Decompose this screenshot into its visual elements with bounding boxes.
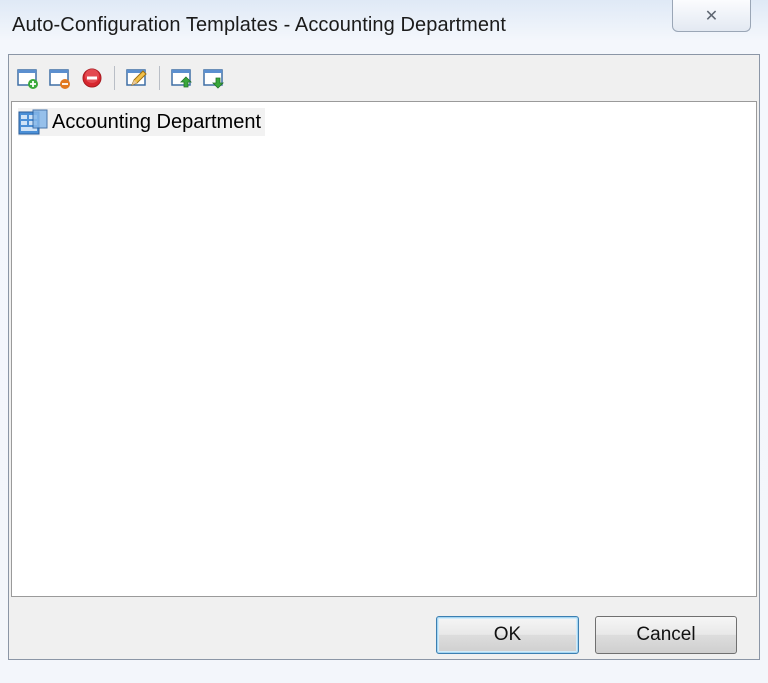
cancel-button[interactable]: Cancel (595, 616, 737, 654)
window-add-icon (17, 69, 38, 89)
close-button[interactable]: ✕ (672, 0, 751, 32)
template-tree[interactable]: Accounting Department (11, 101, 757, 597)
dialog-body: Accounting Department OK Cancel (8, 54, 760, 660)
dialog-footer: OK Cancel (9, 598, 759, 659)
ok-button[interactable]: OK (436, 616, 579, 654)
edit-button[interactable] (124, 65, 150, 91)
remove-template-button[interactable] (47, 65, 73, 91)
window-remove-icon (49, 69, 70, 89)
toolbar-separator (159, 66, 160, 90)
delete-button[interactable] (79, 65, 105, 91)
close-icon: ✕ (704, 7, 719, 25)
title-bar: Auto-Configuration Templates - Accountin… (0, 0, 768, 52)
move-down-button[interactable] (201, 65, 227, 91)
stop-icon (82, 68, 102, 88)
move-up-button[interactable] (169, 65, 195, 91)
window-title: Auto-Configuration Templates - Accountin… (12, 14, 506, 36)
department-icon (18, 109, 48, 135)
tree-item-label: Accounting Department (52, 110, 262, 133)
toolbar (9, 55, 759, 101)
window-arrow-up-icon (171, 69, 192, 88)
pencil-icon (126, 69, 147, 86)
toolbar-separator (114, 66, 115, 90)
add-template-button[interactable] (15, 65, 41, 91)
window-arrow-down-icon (203, 69, 224, 89)
tree-item-accounting-department[interactable]: Accounting Department (18, 108, 266, 136)
